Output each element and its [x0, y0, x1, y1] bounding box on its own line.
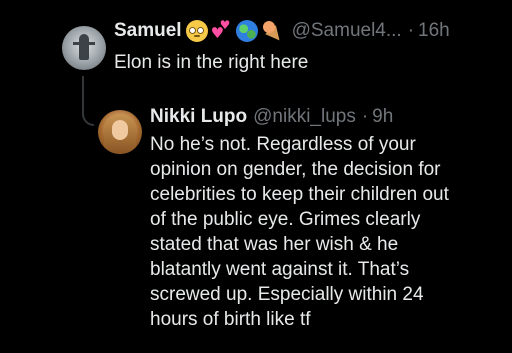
timestamp[interactable]: 9h: [372, 106, 393, 128]
author-handle[interactable]: @nikki_lups: [253, 106, 356, 128]
avatar[interactable]: [98, 110, 142, 154]
face-with-rolling-eyes-emoji: [185, 20, 208, 42]
tweet-header: Samuel ♥ ♥ @Samuel4... · 16h: [114, 18, 450, 45]
avatar[interactable]: [62, 26, 106, 70]
tweet-text: Elon is in the right here: [114, 52, 309, 73]
tweet-text-line: hours of birth like tf: [150, 309, 311, 330]
two-hearts-emoji: ♥ ♥: [210, 18, 231, 42]
separator-dot: ·: [361, 106, 369, 127]
tweet-text-line: celebrities to keep their children out: [150, 184, 449, 205]
globe-emoji: [235, 20, 258, 42]
tweet-text-line: screwed up. Especially within 24: [150, 284, 424, 305]
ice-cream-emoji: [261, 20, 285, 45]
tweet-text-line: blatantly went against it. That’s: [150, 259, 410, 280]
tweet-text-line: stated that was her wish & he: [150, 234, 399, 255]
tweet-header: Nikki Lupo @nikki_lups · 9h: [150, 106, 393, 128]
timestamp[interactable]: 16h: [418, 20, 450, 42]
separator-dot: ·: [407, 20, 415, 41]
tweet-text-line: No he’s not. Regardless of your: [150, 134, 416, 155]
reply-connector: [82, 100, 94, 126]
tweet-text: No he’s not. Regardless of your opinion …: [150, 132, 500, 332]
tweet-text-line: opinion on gender, the decision for: [150, 159, 441, 180]
name-emojis: ♥ ♥: [185, 18, 286, 45]
author-name[interactable]: Samuel: [114, 20, 182, 42]
author-name[interactable]: Nikki Lupo: [150, 106, 247, 128]
author-handle[interactable]: @Samuel4...: [292, 20, 402, 42]
tweet-text-line: of the public eye. Grimes clearly: [150, 209, 421, 230]
reply-thread: Samuel ♥ ♥ @Samuel4... · 16h Elon is in t…: [0, 0, 512, 353]
